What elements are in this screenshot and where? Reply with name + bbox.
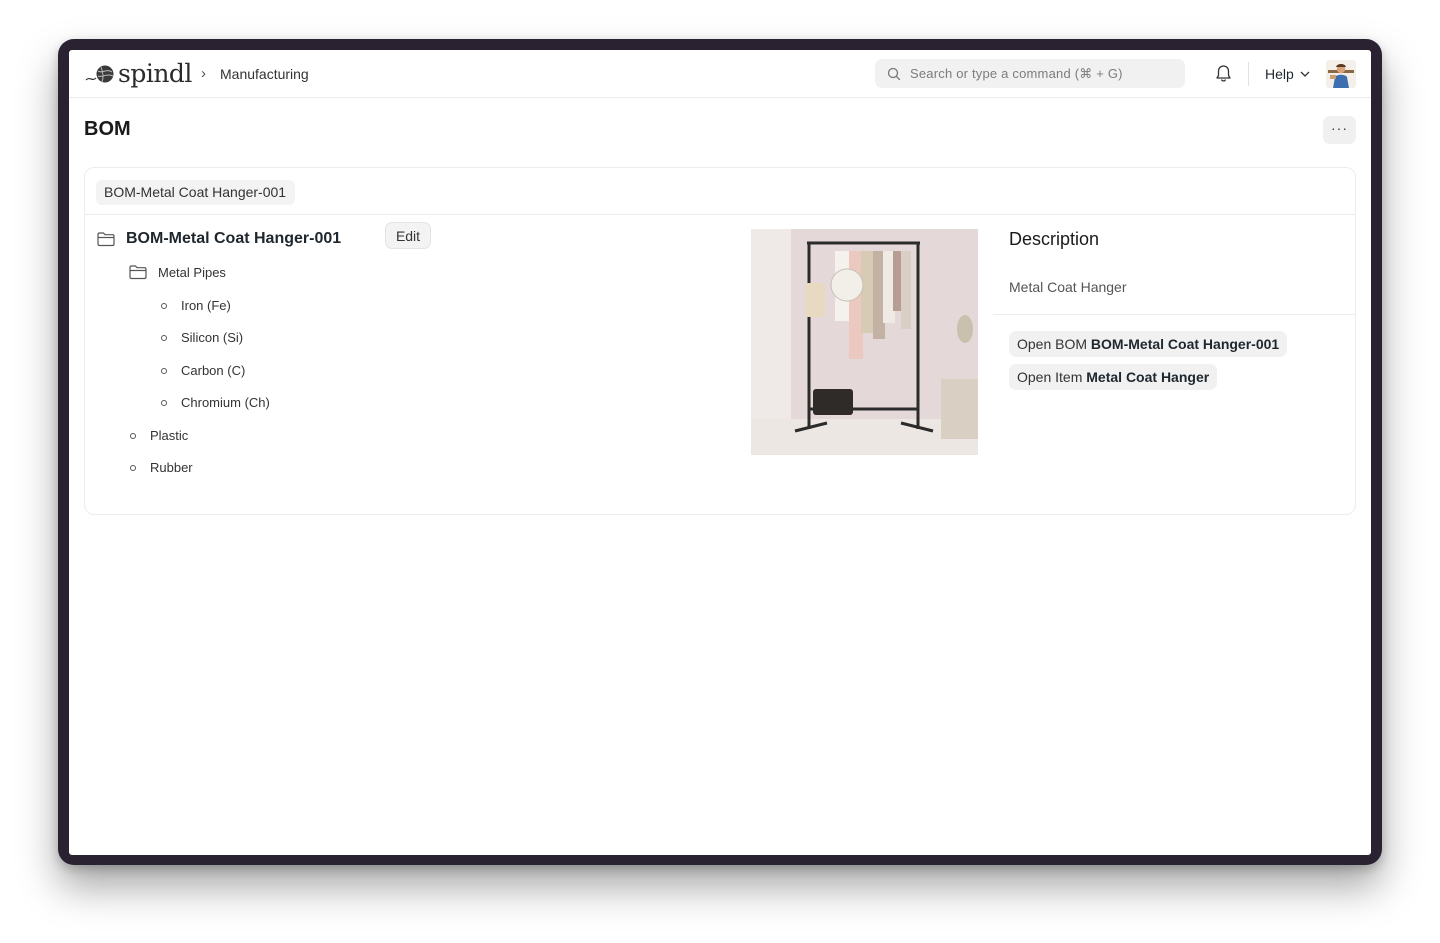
open-item-name: Metal Coat Hanger	[1086, 369, 1210, 385]
item-image	[751, 229, 978, 455]
folder-icon	[97, 232, 115, 247]
description-heading: Description	[1009, 229, 1100, 249]
tree-root-label: BOM-Metal Coat Hanger-001	[126, 230, 342, 247]
circle-bullet-icon	[161, 399, 167, 406]
tree-node-rubber[interactable]: Rubber	[130, 460, 193, 475]
tree-node-label: Chromium (Ch)	[181, 395, 270, 410]
breadcrumb-separator: ›	[201, 65, 206, 82]
circle-bullet-icon	[130, 432, 136, 439]
page-title: BOM	[84, 118, 131, 140]
brand-name: spindl	[118, 58, 192, 88]
folder-icon	[129, 265, 147, 280]
tree-node-label: Rubber	[150, 460, 193, 475]
tree-node-iron[interactable]: Iron (Fe)	[161, 298, 231, 313]
search-icon	[887, 67, 901, 80]
card-header: BOM-Metal Coat Hanger-001	[85, 168, 1355, 215]
app-screen: spindl › Manufacturing Search or type a …	[69, 50, 1371, 855]
device-frame: spindl › Manufacturing Search or type a …	[58, 39, 1382, 865]
navbar: spindl › Manufacturing Search or type a …	[69, 50, 1371, 98]
circle-bullet-icon	[161, 302, 167, 309]
bell-icon[interactable]	[1215, 64, 1232, 83]
open-bom-prefix: Open BOM	[1017, 336, 1088, 352]
circle-bullet-icon	[161, 334, 167, 341]
brand-logo[interactable]: spindl	[85, 58, 192, 88]
tree-node-carbon[interactable]: Carbon (C)	[161, 363, 245, 378]
search-bar[interactable]: Search or type a command (⌘ + G)	[875, 59, 1185, 88]
circle-bullet-icon	[161, 367, 167, 374]
navbar-divider	[1248, 62, 1249, 86]
tree-node-label: Iron (Fe)	[181, 298, 231, 313]
edit-button[interactable]: Edit	[385, 222, 431, 249]
search-input[interactable]: Search or type a command (⌘ + G)	[910, 66, 1123, 82]
tree-node-label: Silicon (Si)	[181, 330, 244, 345]
bom-tree-card: BOM-Metal Coat Hanger-001 BOM-Metal Coat…	[84, 167, 1356, 515]
tree-root-node[interactable]: BOM-Metal Coat Hanger-001	[97, 226, 341, 252]
tree-node-label: Metal Pipes	[158, 264, 226, 280]
avatar[interactable]	[1326, 60, 1356, 88]
yarn-ball-icon	[85, 65, 114, 83]
chevron-down-icon	[1300, 71, 1310, 77]
help-menu[interactable]: Help	[1265, 66, 1310, 82]
tree-node-silicon[interactable]: Silicon (Si)	[161, 330, 243, 345]
tree-node-label: Plastic	[150, 428, 189, 443]
open-bom-link[interactable]: Open BOM BOM-Metal Coat Hanger-001	[1009, 331, 1288, 357]
description-text: Metal Coat Hanger	[1009, 279, 1127, 295]
tree-node-label: Carbon (C)	[181, 363, 246, 378]
breadcrumb-manufacturing[interactable]: Manufacturing	[220, 66, 309, 82]
help-label: Help	[1265, 66, 1294, 82]
open-item-prefix: Open Item	[1017, 369, 1083, 385]
circle-bullet-icon	[130, 464, 136, 471]
details-divider	[993, 314, 1356, 315]
more-options-button[interactable]: ···	[1323, 116, 1356, 144]
tree-node-plastic[interactable]: Plastic	[130, 428, 188, 443]
open-bom-name: BOM-Metal Coat Hanger-001	[1090, 336, 1280, 352]
tree-node-chromium[interactable]: Chromium (Ch)	[161, 395, 270, 410]
tree-node-metal-pipes[interactable]: Metal Pipes	[129, 264, 226, 280]
bom-selector-field[interactable]: BOM-Metal Coat Hanger-001	[96, 180, 295, 205]
open-item-link[interactable]: Open Item Metal Coat Hanger	[1009, 364, 1218, 390]
